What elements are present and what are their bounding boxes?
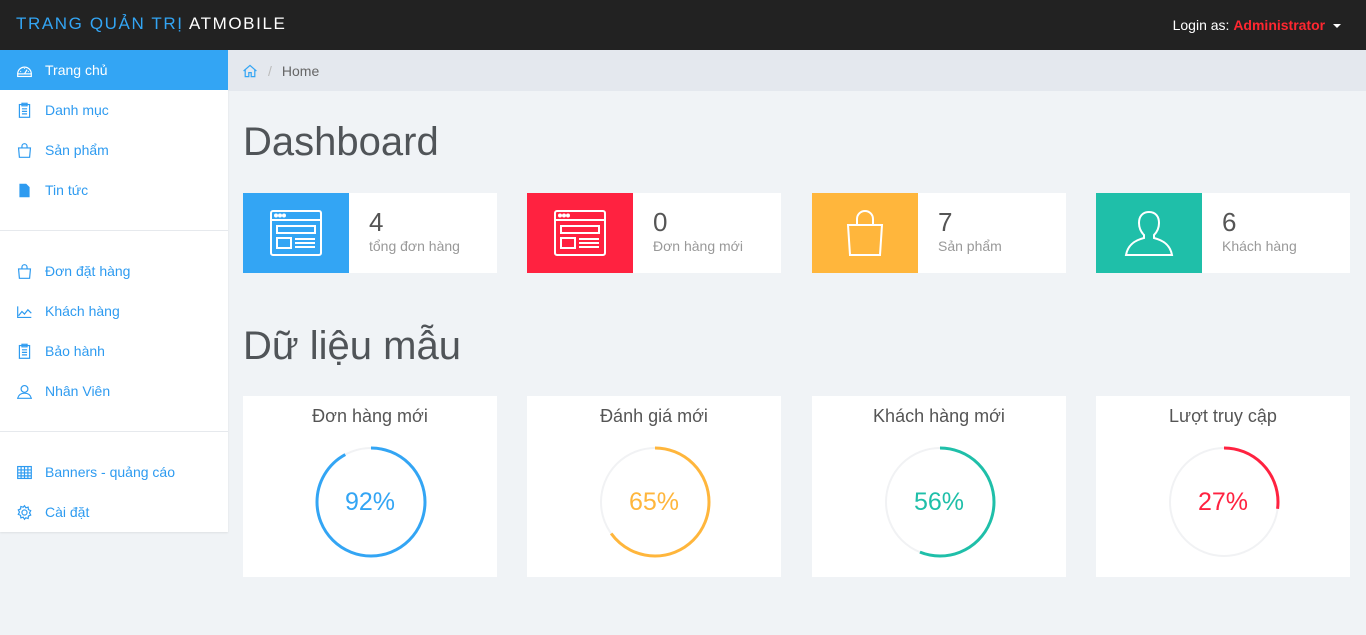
- user-menu[interactable]: Login as: Administrator: [1173, 17, 1341, 33]
- sidebar-item-label: Sản phẩm: [45, 142, 109, 158]
- shopping-bag-icon: [15, 262, 33, 280]
- gauge-value: 92%: [344, 488, 396, 516]
- sidebar-item-banners[interactable]: Banners - quảng cáo: [0, 452, 228, 492]
- gauge-card-new-reviews: Đánh giá mới 65%: [527, 396, 781, 577]
- sidebar-item-label: Trang chủ: [45, 62, 108, 78]
- sidebar-divider: [0, 431, 228, 432]
- gauge-value: 27%: [1197, 488, 1249, 516]
- gauge-value: 56%: [913, 488, 965, 516]
- gauge-value: 65%: [628, 488, 680, 516]
- login-prefix: Login as:: [1172, 17, 1230, 33]
- brand-title[interactable]: TRANG QUẢN TRỊ ATMOBILE: [16, 14, 286, 34]
- browser-window-icon: [527, 193, 633, 273]
- section-title: Dữ liệu mẫu: [243, 324, 461, 368]
- sidebar-item-khach-hang[interactable]: Khách hàng: [0, 291, 228, 331]
- stat-value: 6: [1222, 207, 1237, 237]
- stat-value: 0: [653, 207, 668, 237]
- sidebar-item-san-pham[interactable]: Sản phẩm: [0, 130, 228, 170]
- shopping-bag-icon: [812, 193, 918, 273]
- dashboard-icon: [15, 61, 33, 79]
- clipboard-list-icon: [15, 342, 33, 360]
- sidebar-item-bao-hanh[interactable]: Bảo hành: [0, 331, 228, 371]
- gear-icon: [15, 503, 33, 521]
- sidebar-group-sales: Đơn đặt hàng Khách hàng Bảo hành Nhân Vi…: [0, 251, 228, 411]
- sidebar-item-label: Bảo hành: [45, 343, 105, 359]
- gauge-title: Đơn hàng mới: [312, 406, 428, 426]
- sidebar-item-label: Nhân Viên: [45, 383, 111, 399]
- sidebar-group-settings: Banners - quảng cáo Cài đặt: [0, 452, 228, 532]
- stat-label: Đơn hàng mới: [653, 238, 743, 254]
- home-icon[interactable]: [242, 63, 258, 79]
- file-icon: [15, 181, 33, 199]
- stat-label: tổng đơn hàng: [369, 238, 460, 254]
- main-content: / Home Dashboard 4 tổng đơn hàng 0 Đơn h…: [228, 50, 1366, 635]
- brand-title-part1: TRANG QUẢN TRỊ: [16, 14, 184, 33]
- page-title: Dashboard: [243, 120, 439, 164]
- top-navbar: TRANG QUẢN TRỊ ATMOBILE Login as: Admini…: [0, 0, 1366, 50]
- sidebar-divider: [0, 230, 228, 231]
- sidebar-item-label: Banners - quảng cáo: [45, 464, 175, 480]
- stat-label: Khách hàng: [1222, 238, 1297, 254]
- stat-card-customers[interactable]: 6 Khách hàng: [1096, 193, 1350, 273]
- sidebar-item-label: Đơn đặt hàng: [45, 263, 131, 279]
- sidebar-item-label: Cài đặt: [45, 504, 90, 520]
- gauge-title: Khách hàng mới: [873, 406, 1005, 426]
- caret-down-icon: [1333, 24, 1341, 29]
- stat-card-new-orders[interactable]: 0 Đơn hàng mới: [527, 193, 781, 273]
- stat-value: 7: [938, 207, 953, 237]
- sidebar-item-nhan-vien[interactable]: Nhân Viên: [0, 371, 228, 411]
- stat-card-products[interactable]: 7 Sản phẩm: [812, 193, 1066, 273]
- sidebar-item-tin-tuc[interactable]: Tin tức: [0, 170, 228, 210]
- gauge-card-new-orders: Đơn hàng mới 92%: [243, 396, 497, 577]
- browser-window-icon: [243, 193, 349, 273]
- breadcrumb: / Home: [228, 50, 1366, 91]
- breadcrumb-current: Home: [281, 62, 320, 79]
- breadcrumb-separator: /: [268, 62, 272, 79]
- sidebar-item-label: Tin tức: [45, 182, 89, 198]
- user-icon: [1096, 193, 1202, 273]
- sidebar-item-don-dat-hang[interactable]: Đơn đặt hàng: [0, 251, 228, 291]
- stat-card-total-orders[interactable]: 4 tổng đơn hàng: [243, 193, 497, 273]
- sidebar-item-danh-muc[interactable]: Danh mục: [0, 90, 228, 130]
- gauge-title: Lượt truy cập: [1169, 406, 1277, 426]
- clipboard-list-icon: [15, 101, 33, 119]
- sidebar-item-cai-dat[interactable]: Cài đặt: [0, 492, 228, 532]
- stat-value: 4: [369, 207, 384, 237]
- gauge-card-visits: Lượt truy cập 27%: [1096, 396, 1350, 577]
- sidebar-group-main: Trang chủ Danh mục Sản phẩm Tin tức: [0, 50, 228, 210]
- gauge-card-new-customers: Khách hàng mới 56%: [812, 396, 1066, 577]
- sidebar-item-label: Danh mục: [45, 102, 109, 118]
- line-chart-icon: [15, 302, 33, 320]
- sidebar-item-label: Khách hàng: [45, 303, 120, 319]
- shopping-bag-icon: [15, 141, 33, 159]
- table-grid-icon: [15, 463, 33, 481]
- login-username: Administrator: [1233, 17, 1326, 33]
- sidebar: Trang chủ Danh mục Sản phẩm Tin tức Đơn …: [0, 50, 228, 532]
- user-icon: [15, 382, 33, 400]
- gauge-title: Đánh giá mới: [600, 406, 708, 426]
- brand-title-part2: ATMOBILE: [188, 14, 287, 33]
- sidebar-item-trang-chu[interactable]: Trang chủ: [0, 50, 228, 90]
- stat-label: Sản phẩm: [938, 238, 1002, 254]
